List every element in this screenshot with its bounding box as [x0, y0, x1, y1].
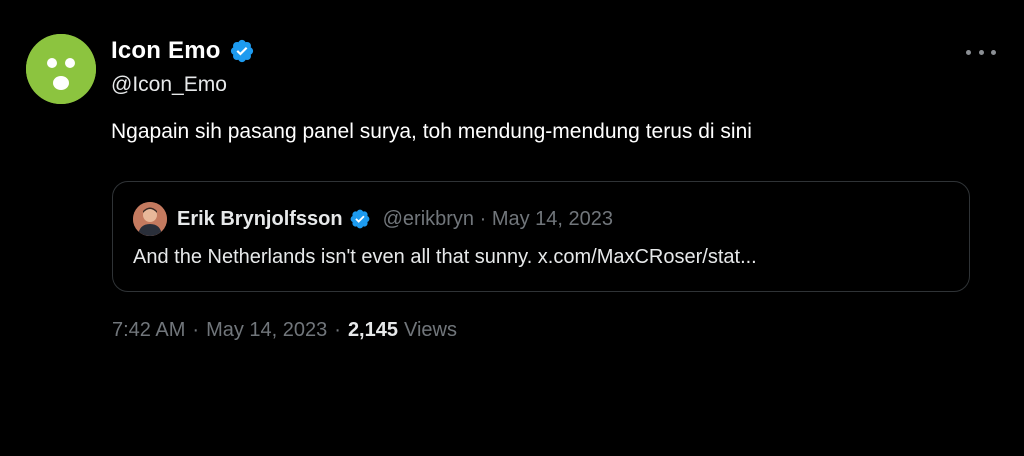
author-name-row: Icon Emo	[111, 34, 255, 68]
tweet: Icon Emo @Icon_Emo Ngapain sih pasang pa…	[0, 0, 1024, 456]
tweet-footer: 7:42 AM · May 14, 2023 · 2,145 Views	[112, 319, 457, 342]
dot	[966, 49, 971, 55]
quoted-tweet-meta: @erikbryn · May 14, 2023	[382, 207, 614, 230]
tweet-time[interactable]: 7:42 AM	[112, 319, 185, 342]
verified-badge-icon	[349, 208, 371, 230]
quoted-tweet-card[interactable]: Erik Brynjolfsson @erikbryn · May 14, 20…	[112, 181, 970, 292]
separator: ·	[334, 319, 341, 341]
person-photo-icon	[133, 202, 167, 236]
quoted-author-avatar	[133, 202, 167, 236]
quoted-author-name: Erik Brynjolfsson	[177, 207, 343, 230]
separator: ·	[192, 319, 200, 341]
author-display-name[interactable]: Icon Emo	[111, 37, 221, 65]
dot	[991, 49, 996, 55]
more-options-icon[interactable]	[966, 42, 996, 62]
verified-badge-icon	[229, 38, 255, 64]
quoted-tweet-text: And the Netherlands isn't even all that …	[133, 246, 757, 268]
tweet-date[interactable]: May 14, 2023	[206, 319, 327, 342]
author-avatar[interactable]	[26, 34, 96, 104]
tweet-text: Ngapain sih pasang panel surya, toh mend…	[111, 120, 752, 143]
quoted-tweet-header: Erik Brynjolfsson @erikbryn · May 14, 20…	[133, 201, 613, 237]
views-label: Views	[404, 319, 457, 341]
views-count[interactable]: 2,145	[348, 319, 398, 342]
dot	[978, 49, 984, 55]
author-handle[interactable]: @Icon_Emo	[111, 73, 227, 97]
surprised-face-icon	[26, 34, 96, 104]
